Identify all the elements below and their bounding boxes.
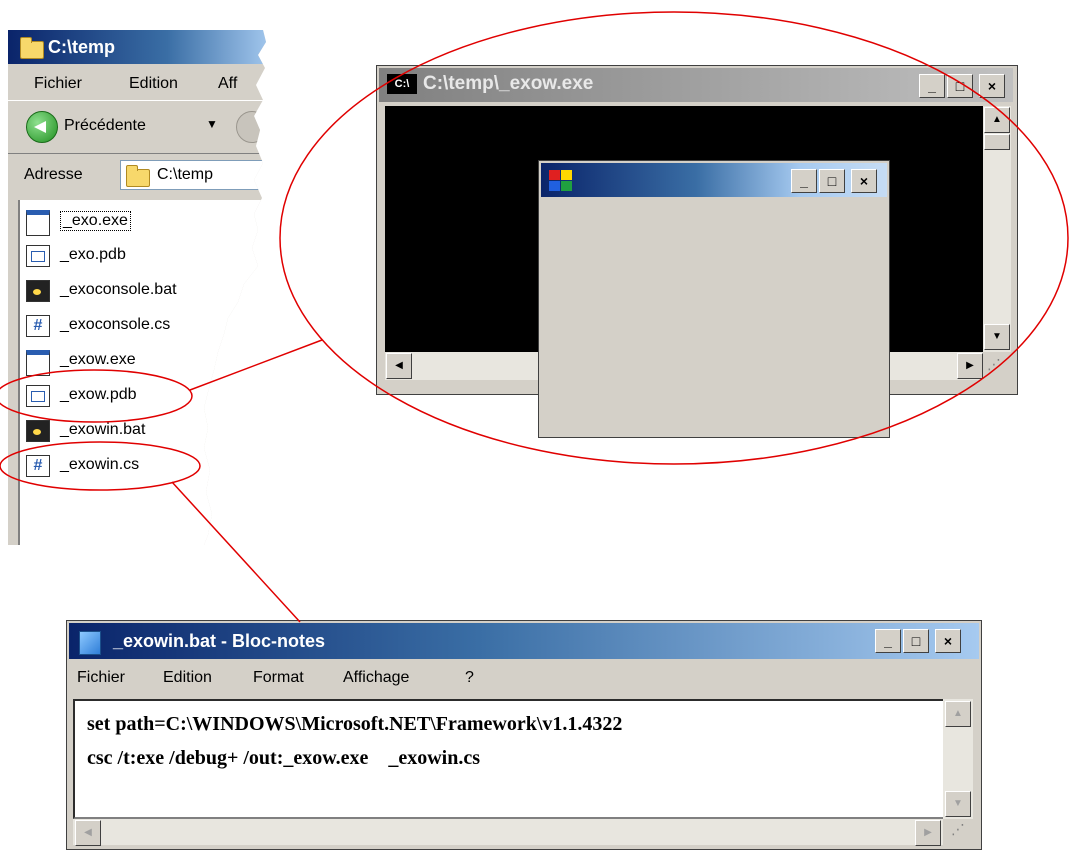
annotation-connector-line [171,481,301,623]
annotation-ellipse-exowin-bat [0,441,201,491]
annotation-connector-line [189,339,323,391]
annotation-ellipse-windows [279,11,1069,465]
annotation-overlay [0,11,1069,623]
annotation-ellipse-exow-exe [0,369,193,423]
